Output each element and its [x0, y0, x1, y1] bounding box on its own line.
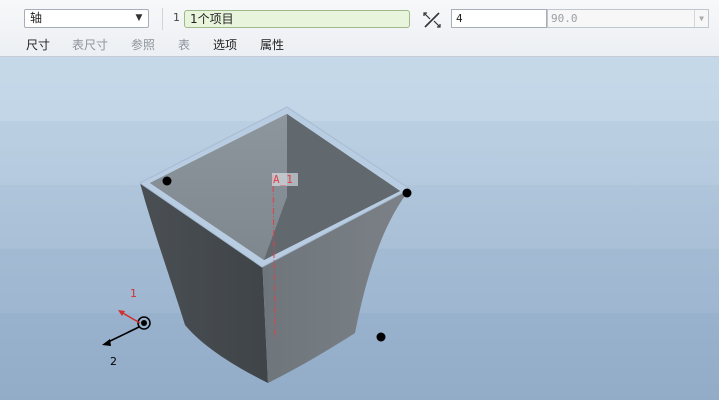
reference-collector-value: 1个项目 — [190, 12, 234, 26]
tab-table-dimensions[interactable]: 表尺寸 — [72, 37, 108, 53]
graphics-viewport[interactable]: A_1 1 2 — [0, 57, 719, 400]
dashboard-tabs: 尺寸 表尺寸 参照 表 选项 属性 — [0, 36, 719, 56]
tab-table[interactable]: 表 — [178, 37, 190, 53]
feature-dashboard: 轴 ▼ 1 1个项目 4 90.0 ▼ 尺寸 表尺寸 参照 表 选项 属性 — [0, 0, 719, 57]
tab-dimensions[interactable]: 尺寸 — [26, 37, 50, 53]
reference-collector[interactable]: 1个项目 — [184, 10, 410, 28]
type-select[interactable]: 轴 ▼ — [24, 9, 149, 28]
axis-label[interactable]: A_1 — [273, 173, 293, 186]
type-select-value: 轴 — [30, 11, 43, 25]
flip-direction-icon[interactable] — [421, 10, 443, 30]
triad-axis-1-label: 1 — [130, 287, 137, 300]
angle-input[interactable]: 4 — [451, 9, 547, 28]
reference-point[interactable] — [402, 188, 412, 198]
dropdown-arrow-icon: ▼ — [135, 13, 143, 23]
tab-options[interactable]: 选项 — [213, 37, 237, 53]
reference-point[interactable] — [162, 176, 172, 186]
angle-value-select-value: 90.0 — [551, 12, 578, 25]
angle-value-select[interactable]: 90.0 ▼ — [547, 9, 709, 28]
angle-input-value: 4 — [456, 12, 463, 25]
reference-point[interactable] — [376, 332, 386, 342]
dashboard-controls: 轴 ▼ 1 1个项目 4 90.0 ▼ — [0, 0, 719, 36]
tab-references[interactable]: 参照 — [131, 37, 155, 53]
model-canvas[interactable]: A_1 1 2 — [0, 57, 719, 400]
dropdown-arrow-icon: ▼ — [694, 10, 708, 27]
triad-axis-2-label: 2 — [110, 355, 117, 368]
reference-count: 1 — [173, 11, 180, 24]
tab-properties[interactable]: 属性 — [260, 37, 284, 53]
separator — [162, 8, 163, 30]
